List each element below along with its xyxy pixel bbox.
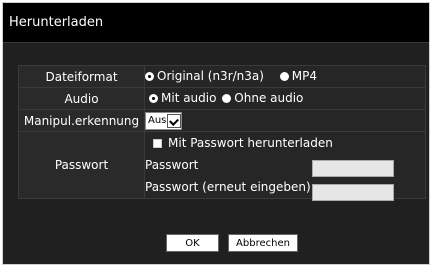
passwort-checkbox-line[interactable]: Mit Passwort herunterladen	[145, 132, 425, 154]
checkbox-icon[interactable]	[153, 138, 162, 148]
row-dateiformat: Dateiformat Original (n3r/n3a) MP4	[18, 65, 426, 88]
audio-options: Mit audio Ohne audio	[144, 87, 426, 110]
passwort-label: Passwort	[18, 131, 145, 199]
dateiformat-options: Original (n3r/n3a) MP4	[144, 65, 426, 88]
radio-mp4-label: MP4	[291, 69, 318, 84]
password-field-label: Passwort	[145, 158, 199, 172]
radio-selected-icon	[145, 71, 154, 81]
password-input[interactable]	[312, 160, 394, 177]
audio-label: Audio	[18, 87, 145, 110]
download-dialog: Herunterladen Dateiformat Original (n3r/…	[2, 2, 430, 265]
row-manipulation: Manipul.erkennung Aus	[18, 109, 426, 132]
radio-ohne-audio-label: Ohne audio	[234, 91, 304, 106]
radio-original-label: Original (n3r/n3a)	[157, 69, 264, 84]
chevron-down-icon[interactable]	[167, 113, 182, 128]
title-bar: Herunterladen	[3, 3, 429, 43]
password-confirm-label: Passwort (erneut eingeben)	[145, 180, 311, 194]
radio-unselected-icon	[279, 71, 289, 81]
radio-mit-audio-label: Mit audio	[161, 91, 217, 106]
row-audio: Audio Mit audio Ohne audio	[18, 87, 426, 110]
radio-mit-audio[interactable]: Mit audio	[149, 91, 216, 105]
radio-ohne-audio[interactable]: Ohne audio	[222, 91, 303, 105]
radio-unselected-icon	[222, 93, 232, 103]
download-settings-table: Dateiformat Original (n3r/n3a) MP4 Audio…	[18, 65, 426, 199]
manipulation-select-value: Aus	[148, 115, 167, 126]
ok-button[interactable]: OK	[166, 234, 219, 252]
cancel-button[interactable]: Abbrechen	[228, 234, 298, 252]
passwort-checkbox-label: Mit Passwort herunterladen	[168, 136, 333, 150]
manipulation-label: Manipul.erkennung	[18, 109, 145, 132]
manipulation-select[interactable]: Aus	[145, 111, 183, 130]
radio-original[interactable]: Original (n3r/n3a)	[145, 69, 264, 83]
password-confirm-input[interactable]	[312, 184, 394, 201]
radio-mp4[interactable]: MP4	[279, 69, 318, 84]
dateiformat-label: Dateiformat	[18, 65, 145, 88]
manipulation-select-cell: Aus	[144, 109, 426, 132]
radio-selected-icon	[149, 93, 158, 103]
dialog-title: Herunterladen	[9, 15, 104, 30]
